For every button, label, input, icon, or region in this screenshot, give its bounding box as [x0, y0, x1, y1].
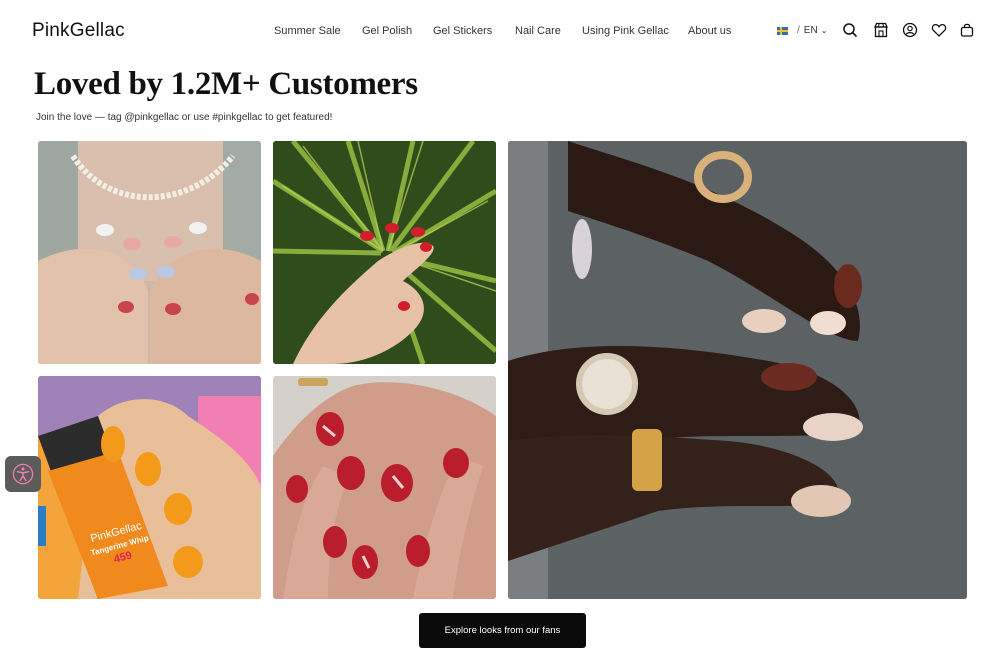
- gallery-tile-3[interactable]: [508, 141, 967, 599]
- language-separator: /: [797, 25, 800, 36]
- bag-icon[interactable]: [959, 22, 975, 38]
- nav-item-about-us[interactable]: About us: [688, 25, 731, 37]
- heart-icon[interactable]: [931, 22, 947, 38]
- brand-logo[interactable]: PinkGellac: [32, 20, 125, 42]
- gallery-image-3: [508, 141, 967, 599]
- gallery-tile-1[interactable]: [38, 141, 261, 364]
- gallery-image-4: [38, 376, 261, 599]
- language-code: EN: [803, 25, 818, 36]
- site-header: PinkGellac Summer Sale Gel Polish Gel St…: [0, 0, 1004, 64]
- gallery-image-2: [273, 141, 496, 364]
- sweden-flag-icon: [777, 26, 788, 35]
- gallery-tile-4[interactable]: PinkGellac Tangerine Whip 459: [38, 376, 261, 599]
- gallery-image-5: [273, 376, 496, 599]
- page-subtitle: Join the love — tag @pinkgellac or use #…: [36, 112, 333, 123]
- gallery-image-1: [38, 141, 261, 364]
- language-selector[interactable]: / EN ⌄: [777, 25, 827, 36]
- accessibility-button[interactable]: [5, 456, 41, 492]
- explore-looks-button[interactable]: Explore looks from our fans: [419, 613, 586, 648]
- accessibility-icon: [12, 463, 34, 485]
- chevron-down-icon: ⌄: [820, 26, 828, 35]
- nav-item-gel-stickers[interactable]: Gel Stickers: [433, 25, 492, 37]
- gallery-tile-2[interactable]: [273, 141, 496, 364]
- nav-item-using-pink-gellac[interactable]: Using Pink Gellac: [582, 25, 669, 37]
- gallery-tile-5[interactable]: [273, 376, 496, 599]
- store-icon[interactable]: [873, 22, 889, 38]
- page-title: Loved by 1.2M+ Customers: [34, 66, 418, 102]
- nav-item-gel-polish[interactable]: Gel Polish: [362, 25, 412, 37]
- search-icon[interactable]: [842, 22, 858, 38]
- account-icon[interactable]: [902, 22, 918, 38]
- nav-item-summer-sale[interactable]: Summer Sale: [274, 25, 341, 37]
- nav-item-nail-care[interactable]: Nail Care: [515, 25, 561, 37]
